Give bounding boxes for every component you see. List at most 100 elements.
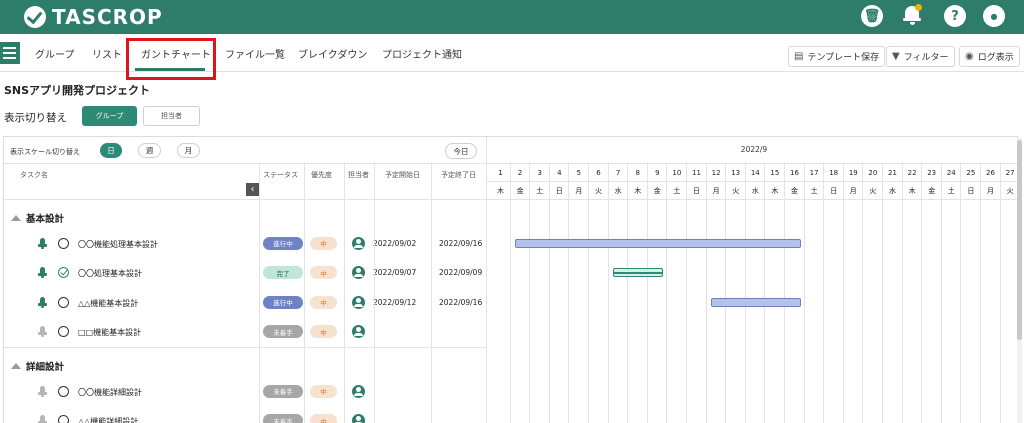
rocket-icon[interactable] (38, 326, 47, 338)
timeline-weekday: 金 (653, 187, 661, 195)
collapse-triangle-icon[interactable] (11, 215, 21, 221)
project-title: SNSアプリ開発プロジェクト (4, 84, 151, 97)
task-name[interactable]: □□機能基本設計 (78, 327, 141, 338)
scale-month-button[interactable]: 月 (177, 143, 200, 158)
timeline-weekday: 日 (555, 187, 563, 195)
end-date[interactable]: 2022/09/16 (439, 239, 482, 248)
end-date[interactable]: 2022/09/16 (439, 298, 482, 307)
priority-badge[interactable]: 中 (310, 295, 337, 309)
template-save-button[interactable]: ▤ テンプレート保存 (788, 46, 886, 67)
priority-badge[interactable]: 中 (310, 414, 337, 423)
rocket-icon[interactable] (38, 415, 47, 423)
user-icon[interactable]: ● (983, 5, 1005, 27)
timeline-weekday: 月 (575, 187, 583, 195)
gantt-bar[interactable] (612, 268, 664, 278)
timeline-day-22: 22 (907, 169, 917, 177)
task-name[interactable]: 〇〇機能処理基本設計 (78, 239, 158, 250)
collapse-panel-button[interactable]: ‹ (246, 183, 259, 196)
start-date[interactable]: 2022/09/02 (373, 239, 416, 248)
timeline-day-20: 20 (868, 169, 878, 177)
group-header[interactable]: 詳細設計 (11, 359, 64, 373)
end-date[interactable]: 2022/09/09 (439, 268, 482, 277)
vertical-scrollbar-thumb[interactable] (1017, 140, 1022, 340)
tab-file-list[interactable]: ファイル一覧 (225, 46, 285, 61)
task-incomplete-icon[interactable] (58, 237, 69, 249)
assignee-avatar[interactable] (352, 295, 365, 309)
rocket-icon[interactable] (38, 237, 47, 249)
tab-group[interactable]: グループ (35, 46, 74, 61)
assignee-avatar[interactable] (352, 325, 365, 339)
task-name[interactable]: 〇〇機能詳細設計 (78, 387, 142, 398)
collapse-triangle-icon[interactable] (11, 363, 21, 369)
assignee-avatar[interactable] (352, 266, 365, 280)
filter-icon: ▼ (892, 51, 900, 62)
task-name[interactable]: △△機能基本設計 (78, 298, 138, 309)
trash-icon[interactable]: 🗑 (861, 5, 883, 27)
priority-badge[interactable]: 中 (310, 325, 337, 339)
filter-button[interactable]: ▼ フィルター (886, 46, 955, 67)
help-icon[interactable]: ? (944, 5, 966, 27)
logo-check-icon (24, 6, 46, 28)
timeline-weekday: 土 (947, 187, 955, 195)
timeline-day-10: 10 (672, 169, 682, 177)
timeline-weekday: 日 (830, 187, 838, 195)
timeline-day-19: 19 (848, 169, 858, 177)
hamburger-menu-icon[interactable] (0, 42, 20, 64)
task-incomplete-icon[interactable] (58, 385, 69, 397)
tab-list[interactable]: リスト (92, 46, 122, 61)
column-header-task: タスク名 (20, 171, 48, 179)
status-badge[interactable]: 未着手 (263, 414, 303, 423)
group-header[interactable]: 基本設計 (11, 211, 64, 225)
notification-dot (915, 4, 922, 11)
tab-project-notification[interactable]: プロジェクト通知 (382, 46, 462, 61)
tab-breakdown[interactable]: ブレイクダウン (298, 46, 367, 61)
timeline-weekday: 水 (889, 187, 896, 195)
timeline-weekday: 金 (516, 187, 524, 195)
start-date[interactable]: 2022/09/12 (373, 298, 416, 307)
timeline-weekday: 水 (614, 187, 622, 195)
timeline-day-1: 1 (498, 169, 503, 177)
rocket-icon[interactable] (38, 296, 47, 308)
priority-badge[interactable]: 中 (310, 236, 337, 250)
timeline-weekday: 火 (595, 187, 602, 195)
bell-icon[interactable] (902, 4, 922, 26)
timeline-weekday: 月 (849, 187, 857, 195)
task-name[interactable]: △△機能詳細設計 (78, 416, 138, 423)
rocket-icon[interactable] (38, 267, 47, 279)
task-incomplete-icon[interactable] (58, 326, 69, 338)
view-group-button[interactable]: グループ (82, 106, 137, 126)
priority-badge[interactable]: 中 (310, 266, 337, 280)
priority-badge[interactable]: 中 (310, 384, 337, 398)
status-badge[interactable]: 未着手 (263, 384, 303, 398)
status-badge[interactable]: 未着手 (263, 325, 303, 339)
column-header-start: 予定開始日 (385, 171, 420, 179)
app-logo[interactable]: TASCROP (24, 4, 163, 30)
assignee-avatar[interactable] (352, 236, 365, 250)
top-bar: TASCROP 🗑 ? ● (0, 0, 1024, 34)
column-header-priority: 優先度 (311, 171, 332, 179)
today-button[interactable]: 今日 (445, 143, 477, 159)
timeline-day-26: 26 (986, 169, 995, 177)
view-assignee-button[interactable]: 担当者 (143, 106, 200, 126)
timeline-day-18: 18 (829, 169, 839, 177)
task-incomplete-icon[interactable] (58, 296, 69, 308)
status-badge[interactable]: 進行中 (263, 236, 303, 250)
scale-day-button[interactable]: 日 (100, 143, 122, 158)
status-badge[interactable]: 完了 (263, 266, 303, 280)
task-incomplete-icon[interactable] (58, 415, 69, 423)
start-date[interactable]: 2022/09/07 (373, 268, 416, 277)
log-button[interactable]: ◉ ログ表示 (959, 46, 1020, 67)
task-complete-icon[interactable] (58, 267, 69, 279)
timeline-weekday: 木 (771, 187, 779, 195)
rocket-icon[interactable] (38, 385, 47, 397)
timeline-day-17: 17 (809, 169, 819, 177)
gantt-bar[interactable] (710, 297, 801, 307)
status-badge[interactable]: 進行中 (263, 295, 303, 309)
scale-week-button[interactable]: 週 (138, 143, 161, 158)
task-name[interactable]: 〇〇処理基本設計 (78, 268, 142, 279)
gantt-bar[interactable] (514, 238, 801, 248)
assignee-avatar[interactable] (352, 414, 365, 423)
assignee-avatar[interactable] (352, 384, 365, 398)
timeline-weekday: 木 (908, 187, 916, 195)
timeline-weekday: 月 (712, 187, 720, 195)
